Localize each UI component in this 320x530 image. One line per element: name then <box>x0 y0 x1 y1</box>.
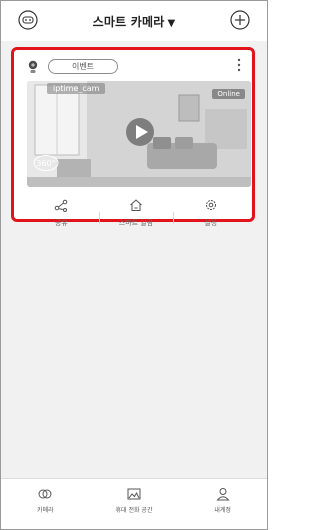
account-icon <box>178 487 267 501</box>
share-icon <box>24 198 99 212</box>
chevron-down-icon: ▼ <box>167 18 176 29</box>
badge-360-text: 360° <box>36 159 55 168</box>
play-icon[interactable] <box>125 117 155 147</box>
home-alarm-icon <box>99 198 174 212</box>
nav-item-account[interactable]: 내계정 <box>178 479 267 529</box>
camera-nav-icon <box>1 487 90 501</box>
nav-label-account: 내계정 <box>214 507 231 514</box>
settings-action[interactable]: 설정 <box>173 198 248 227</box>
share-label: 공유 <box>54 219 68 227</box>
nav-label-phone-space: 휴대 전화 공간 <box>115 507 153 514</box>
more-options-icon[interactable] <box>236 57 242 73</box>
camera-device-icon <box>28 59 38 73</box>
page-title[interactable]: 스마트 카메라 ▼ <box>1 13 267 30</box>
camera-actions: 공유 스마트 알람 설정 <box>24 198 248 227</box>
add-circle-icon[interactable] <box>229 9 251 31</box>
event-button[interactable]: 이벤트 <box>48 59 118 74</box>
nav-label-camera: 카메라 <box>37 507 54 514</box>
page-title-text: 스마트 카메라 <box>92 15 165 29</box>
camera-name-label: iptime_cam <box>47 83 106 94</box>
camera-card: 이벤트 iptime_cam Online 360° 공유 스마트 알람 설정 <box>11 47 255 227</box>
status-badge: Online <box>212 89 245 99</box>
app-frame: 스마트 카메라 ▼ 이벤트 iptime_cam Online 360° 공유 … <box>0 0 268 530</box>
gear-icon <box>173 198 248 212</box>
smart-alarm-label: 스마트 알람 <box>118 219 154 227</box>
camera-preview[interactable]: iptime_cam Online 360° <box>27 81 251 187</box>
view-360-icon[interactable]: 360° <box>33 154 59 172</box>
share-action[interactable]: 공유 <box>24 198 99 227</box>
nav-item-camera[interactable]: 카메라 <box>1 479 90 529</box>
top-bar: 스마트 카메라 ▼ <box>1 1 267 41</box>
bottom-navigation: 카메라 휴대 전화 공간 내계정 <box>1 478 267 529</box>
gallery-icon <box>90 487 179 501</box>
settings-label: 설정 <box>204 219 218 227</box>
smart-alarm-action[interactable]: 스마트 알람 <box>98 198 174 227</box>
nav-item-phone-space[interactable]: 휴대 전화 공간 <box>90 479 179 529</box>
